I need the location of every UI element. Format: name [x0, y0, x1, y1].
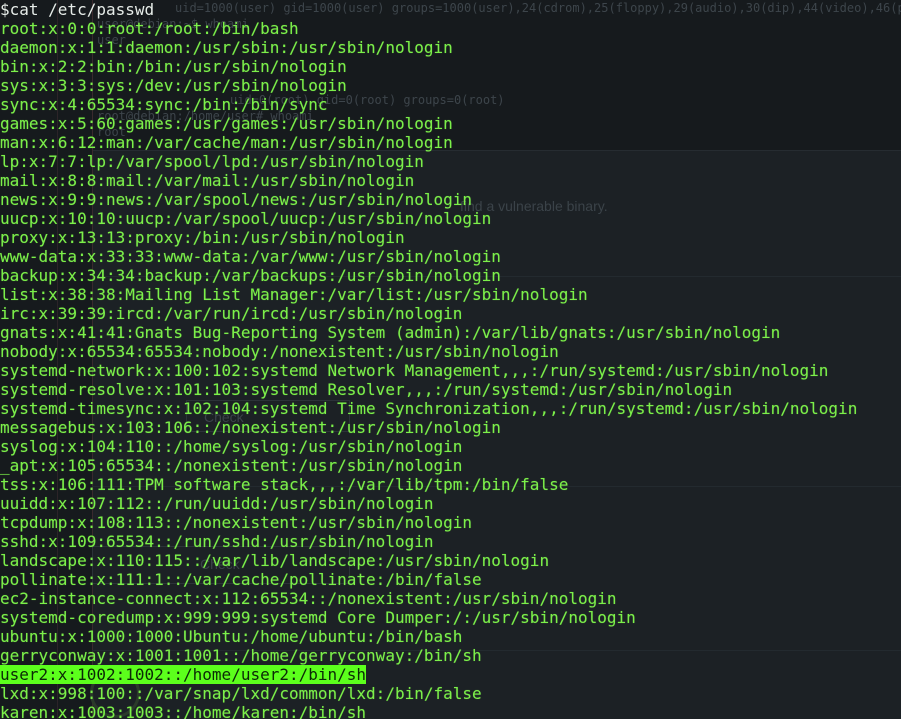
terminal-line-text: proxy:x:13:13:proxy:/bin:/usr/sbin/nolog…: [0, 228, 405, 247]
terminal-line: daemon:x:1:1:daemon:/usr/sbin:/usr/sbin/…: [0, 38, 857, 57]
terminal-line: systemd-resolve:x:101:103:systemd Resolv…: [0, 380, 857, 399]
terminal-line: games:x:5:60:games:/usr/games:/usr/sbin/…: [0, 114, 857, 133]
terminal-output[interactable]: $cat /etc/passwd root:x:0:0:root:/root:/…: [0, 0, 857, 719]
terminal-line: bin:x:2:2:bin:/bin:/usr/sbin/nologin: [0, 57, 857, 76]
terminal-line: news:x:9:9:news:/var/spool/news:/usr/sbi…: [0, 190, 857, 209]
terminal-line: list:x:38:38:Mailing List Manager:/var/l…: [0, 285, 857, 304]
terminal-line: uucp:x:10:10:uucp:/var/spool/uucp:/usr/s…: [0, 209, 857, 228]
terminal-line: ubuntu:x:1000:1000:Ubuntu:/home/ubuntu:/…: [0, 627, 857, 646]
terminal-line-text: systemd-coredump:x:999:999:systemd Core …: [0, 608, 636, 627]
terminal-line-text: systemd-network:x:100:102:systemd Networ…: [0, 361, 829, 380]
terminal-line: nobody:x:65534:65534:nobody:/nonexistent…: [0, 342, 857, 361]
terminal-line-text: www-data:x:33:33:www-data:/var/www:/usr/…: [0, 247, 501, 266]
terminal-line-text: backup:x:34:34:backup:/var/backups:/usr/…: [0, 266, 501, 285]
terminal-line: systemd-coredump:x:999:999:systemd Core …: [0, 608, 857, 627]
terminal-line-text: man:x:6:12:man:/var/cache/man:/usr/sbin/…: [0, 133, 453, 152]
terminal-line: systemd-network:x:100:102:systemd Networ…: [0, 361, 857, 380]
terminal-line-text: syslog:x:104:110::/home/syslog:/usr/sbin…: [0, 437, 463, 456]
terminal-line-text: systemd-timesync:x:102:104:systemd Time …: [0, 399, 858, 418]
terminal-line: root:x:0:0:root:/root:/bin/bash: [0, 19, 857, 38]
terminal-line-text: pollinate:x:111:1::/var/cache/pollinate:…: [0, 570, 482, 589]
terminal-line-text: bin:x:2:2:bin:/bin:/usr/sbin/nologin: [0, 57, 347, 76]
terminal-line-text: ubuntu:x:1000:1000:Ubuntu:/home/ubuntu:/…: [0, 627, 463, 646]
terminal-line: landscape:x:110:115::/var/lib/landscape:…: [0, 551, 857, 570]
terminal-line: lp:x:7:7:lp:/var/spool/lpd:/usr/sbin/nol…: [0, 152, 857, 171]
terminal-line-text: systemd-resolve:x:101:103:systemd Resolv…: [0, 380, 733, 399]
terminal-line: syslog:x:104:110::/home/syslog:/usr/sbin…: [0, 437, 857, 456]
terminal-line: gnats:x:41:41:Gnats Bug-Reporting System…: [0, 323, 857, 342]
terminal-line-text: uucp:x:10:10:uucp:/var/spool/uucp:/usr/s…: [0, 209, 492, 228]
command-line: $cat /etc/passwd: [0, 0, 155, 19]
terminal-line: irc:x:39:39:ircd:/var/run/ircd:/usr/sbin…: [0, 304, 857, 323]
terminal-line: proxy:x:13:13:proxy:/bin:/usr/sbin/nolog…: [0, 228, 857, 247]
terminal-line-text: landscape:x:110:115::/var/lib/landscape:…: [0, 551, 550, 570]
terminal-line-highlighted: user2:x:1002:1002::/home/user2:/bin/sh: [0, 665, 857, 684]
passwd-output: root:x:0:0:root:/root:/bin/bash daemon:x:…: [0, 19, 857, 719]
terminal-line-text: daemon:x:1:1:daemon:/usr/sbin:/usr/sbin/…: [0, 38, 453, 57]
terminal-line: karen:x:1003:1003::/home/karen:/bin/sh: [0, 703, 857, 719]
terminal-line: messagebus:x:103:106::/nonexistent:/usr/…: [0, 418, 857, 437]
terminal-line-text: tss:x:106:111:TPM software stack,,,:/var…: [0, 475, 569, 494]
terminal-line-text: ec2-instance-connect:x:112:65534::/nonex…: [0, 589, 617, 608]
terminal-line: backup:x:34:34:backup:/var/backups:/usr/…: [0, 266, 857, 285]
terminal-window[interactable]: uid=1000(user) gid=1000(user) groups=100…: [0, 0, 901, 719]
terminal-line: www-data:x:33:33:www-data:/var/www:/usr/…: [0, 247, 857, 266]
terminal-line-text: sync:x:4:65534:sync:/bin:/bin/sync: [0, 95, 328, 114]
terminal-line-text: root:x:0:0:root:/root:/bin/bash: [0, 19, 299, 38]
terminal-line: tcpdump:x:108:113::/nonexistent:/usr/sbi…: [0, 513, 857, 532]
terminal-line-text: games:x:5:60:games:/usr/games:/usr/sbin/…: [0, 114, 453, 133]
terminal-line: lxd:x:998:100::/var/snap/lxd/common/lxd:…: [0, 684, 857, 703]
terminal-line-text: sys:x:3:3:sys:/dev:/usr/sbin/nologin: [0, 76, 347, 95]
terminal-line: man:x:6:12:man:/var/cache/man:/usr/sbin/…: [0, 133, 857, 152]
terminal-line-text: mail:x:8:8:mail:/var/mail:/usr/sbin/nolo…: [0, 171, 415, 190]
terminal-line: sshd:x:109:65534::/run/sshd:/usr/sbin/no…: [0, 532, 857, 551]
terminal-line: pollinate:x:111:1::/var/cache/pollinate:…: [0, 570, 857, 589]
terminal-line-text: gnats:x:41:41:Gnats Bug-Reporting System…: [0, 323, 781, 342]
terminal-line-text: tcpdump:x:108:113::/nonexistent:/usr/sbi…: [0, 513, 473, 532]
terminal-line: _apt:x:105:65534::/nonexistent:/usr/sbin…: [0, 456, 857, 475]
terminal-line-text: _apt:x:105:65534::/nonexistent:/usr/sbin…: [0, 456, 463, 475]
terminal-line: tss:x:106:111:TPM software stack,,,:/var…: [0, 475, 857, 494]
terminal-line: mail:x:8:8:mail:/var/mail:/usr/sbin/nolo…: [0, 171, 857, 190]
terminal-line: systemd-timesync:x:102:104:systemd Time …: [0, 399, 857, 418]
terminal-line: sys:x:3:3:sys:/dev:/usr/sbin/nologin: [0, 76, 857, 95]
terminal-line-text: uuidd:x:107:112::/run/uuidd:/usr/sbin/no…: [0, 494, 434, 513]
terminal-line: gerryconway:x:1001:1001::/home/gerryconw…: [0, 646, 857, 665]
terminal-line-text: list:x:38:38:Mailing List Manager:/var/l…: [0, 285, 588, 304]
terminal-line-text: gerryconway:x:1001:1001::/home/gerryconw…: [0, 646, 482, 665]
terminal-line-text: nobody:x:65534:65534:nobody:/nonexistent…: [0, 342, 559, 361]
terminal-line-text: user2:x:1002:1002::/home/user2:/bin/sh: [0, 665, 367, 684]
terminal-line-text: sshd:x:109:65534::/run/sshd:/usr/sbin/no…: [0, 532, 434, 551]
terminal-line-text: irc:x:39:39:ircd:/var/run/ircd:/usr/sbin…: [0, 304, 463, 323]
terminal-line-text: karen:x:1003:1003::/home/karen:/bin/sh: [0, 703, 367, 719]
terminal-line-text: news:x:9:9:news:/var/spool/news:/usr/sbi…: [0, 190, 473, 209]
terminal-line-text: lp:x:7:7:lp:/var/spool/lpd:/usr/sbin/nol…: [0, 152, 424, 171]
terminal-line: uuidd:x:107:112::/run/uuidd:/usr/sbin/no…: [0, 494, 857, 513]
terminal-line-text: messagebus:x:103:106::/nonexistent:/usr/…: [0, 418, 501, 437]
terminal-line: sync:x:4:65534:sync:/bin:/bin/sync: [0, 95, 857, 114]
terminal-line-text: lxd:x:998:100::/var/snap/lxd/common/lxd:…: [0, 684, 482, 703]
terminal-line: ec2-instance-connect:x:112:65534::/nonex…: [0, 589, 857, 608]
